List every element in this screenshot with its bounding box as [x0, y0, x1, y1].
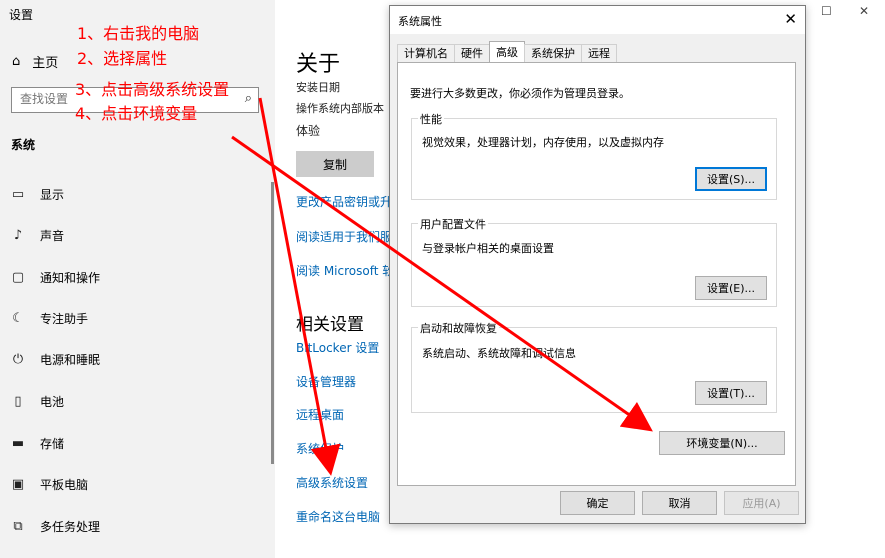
tab-computer-name[interactable]: 计算机名	[397, 44, 455, 62]
performance-legend: 性能	[418, 111, 444, 127]
search-icon[interactable]: ⌕	[245, 91, 252, 106]
advanced-system-settings-link[interactable]: 高级系统设置	[296, 474, 368, 491]
startup-recovery-group: 启动和故障恢复 系统启动、系统故障和调试信息 设置(T)...	[411, 320, 777, 413]
nav-item-label: 存储	[40, 436, 65, 451]
dialog-tabs: 计算机名 硬件 高级 系统保护 远程	[397, 41, 617, 63]
sidebar-scrollbar[interactable]	[271, 182, 274, 464]
tab-remote[interactable]: 远程	[581, 44, 617, 62]
nav-item-label: 电源和睡眠	[40, 352, 101, 367]
read-services-agreement-link[interactable]: 阅读适用于我们服	[296, 228, 392, 245]
nav-item-label: 电池	[40, 394, 65, 409]
user-profiles-settings-button[interactable]: 设置(E)...	[695, 276, 767, 300]
tablet-icon: ▣	[11, 476, 25, 492]
battery-icon: ▯	[14, 393, 22, 409]
dialog-title: 系统属性	[398, 15, 442, 28]
nav-item-display[interactable]: ▭ 显示	[10, 183, 64, 205]
nav-item-label: 多任务处理	[40, 519, 101, 534]
nav-item-label: 声音	[40, 228, 65, 243]
focus-assist-icon: ☾	[12, 310, 24, 326]
performance-desc: 视觉效果，处理器计划，内存使用，以及虚拟内存	[422, 136, 664, 149]
bitlocker-settings-link[interactable]: BitLocker 设置	[296, 339, 379, 356]
nav-item-label: 平板电脑	[40, 477, 89, 492]
nav-item-focus-assist[interactable]: ☾ 专注助手	[10, 307, 88, 329]
system-properties-dialog: 系统属性 ✕ 计算机名 硬件 高级 系统保护 远程 要进行大多数更改，你必须作为…	[389, 5, 806, 524]
dialog-titlebar[interactable]: 系统属性 ✕	[390, 6, 805, 34]
os-build-label: 操作系统内部版本	[296, 102, 384, 115]
page-title: 关于	[296, 52, 341, 77]
apply-button[interactable]: 应用(A)	[724, 491, 799, 515]
settings-window-title: 设置	[9, 8, 34, 22]
advanced-tab-panel: 要进行大多数更改，你必须作为管理员登录。 性能 视觉效果，处理器计划，内存使用，…	[397, 62, 796, 486]
tab-advanced[interactable]: 高级	[489, 41, 525, 62]
nav-item-sound[interactable]: ♪ 声音	[10, 224, 64, 246]
startup-recovery-settings-button[interactable]: 设置(T)...	[695, 381, 767, 405]
nav-item-battery[interactable]: ▯ 电池	[10, 390, 64, 412]
performance-settings-button[interactable]: 设置(S)...	[695, 167, 767, 191]
nav-item-power[interactable]: ⏻ 电源和睡眠	[10, 348, 100, 370]
annotation-step-1: 1、右击我的电脑	[77, 24, 200, 43]
display-icon: ▭	[11, 186, 25, 202]
change-product-key-link[interactable]: 更改产品密钥或升	[296, 193, 392, 210]
nav-item-multitasking[interactable]: ⧉ 多任务处理	[10, 515, 100, 537]
nav-item-tablet[interactable]: ▣ 平板电脑	[10, 473, 88, 495]
tab-system-protection[interactable]: 系统保护	[524, 44, 582, 62]
rename-pc-link[interactable]: 重命名这台电脑	[296, 508, 380, 525]
cancel-button[interactable]: 取消	[642, 491, 717, 515]
performance-group: 性能 视觉效果，处理器计划，内存使用，以及虚拟内存 设置(S)...	[411, 111, 777, 200]
device-manager-link[interactable]: 设备管理器	[296, 373, 356, 390]
nav-item-notifications[interactable]: ▢ 通知和操作	[10, 266, 100, 288]
user-profiles-group: 用户配置文件 与登录帐户相关的桌面设置 设置(E)...	[411, 216, 777, 307]
close-icon[interactable]: ✕	[859, 4, 869, 18]
nav-home-label: 主页	[32, 56, 59, 71]
remote-desktop-link[interactable]: 远程桌面	[296, 406, 344, 423]
annotation-step-3: 3、点击高级系统设置	[75, 80, 230, 99]
nav-item-label: 通知和操作	[40, 270, 101, 285]
section-heading: 系统	[11, 138, 36, 152]
user-profiles-desc: 与登录帐户相关的桌面设置	[422, 242, 554, 255]
startup-recovery-legend: 启动和故障恢复	[418, 320, 499, 336]
admin-note: 要进行大多数更改，你必须作为管理员登录。	[410, 87, 630, 100]
nav-home[interactable]: ⌂ 主页	[12, 52, 58, 71]
related-settings-heading: 相关设置	[296, 315, 364, 335]
environment-variables-button[interactable]: 环境变量(N)...	[659, 431, 785, 455]
startup-recovery-desc: 系统启动、系统故障和调试信息	[422, 347, 576, 360]
multitasking-icon: ⧉	[13, 518, 23, 534]
annotation-step-4: 4、点击环境变量	[75, 104, 198, 123]
power-icon: ⏻	[12, 351, 24, 367]
home-icon: ⌂	[12, 54, 21, 69]
notifications-icon: ▢	[11, 269, 25, 285]
maximize-icon[interactable]: ☐	[821, 4, 832, 18]
copy-button[interactable]: 复制	[296, 151, 374, 177]
sound-icon: ♪	[13, 227, 23, 243]
system-protection-link[interactable]: 系统保护	[296, 440, 344, 457]
storage-icon: ▬	[11, 435, 25, 451]
nav-item-label: 专注助手	[40, 311, 89, 326]
user-profiles-legend: 用户配置文件	[418, 216, 488, 232]
nav-item-label: 显示	[40, 187, 65, 202]
dialog-close-icon[interactable]: ✕	[784, 10, 797, 28]
install-date-label: 安装日期	[296, 81, 340, 94]
nav-item-storage[interactable]: ▬ 存储	[10, 432, 64, 454]
read-license-terms-link[interactable]: 阅读 Microsoft 软	[296, 262, 394, 279]
tab-hardware[interactable]: 硬件	[454, 44, 490, 62]
experience-label: 体验	[296, 124, 321, 138]
ok-button[interactable]: 确定	[560, 491, 635, 515]
annotation-step-2: 2、选择属性	[77, 49, 168, 68]
